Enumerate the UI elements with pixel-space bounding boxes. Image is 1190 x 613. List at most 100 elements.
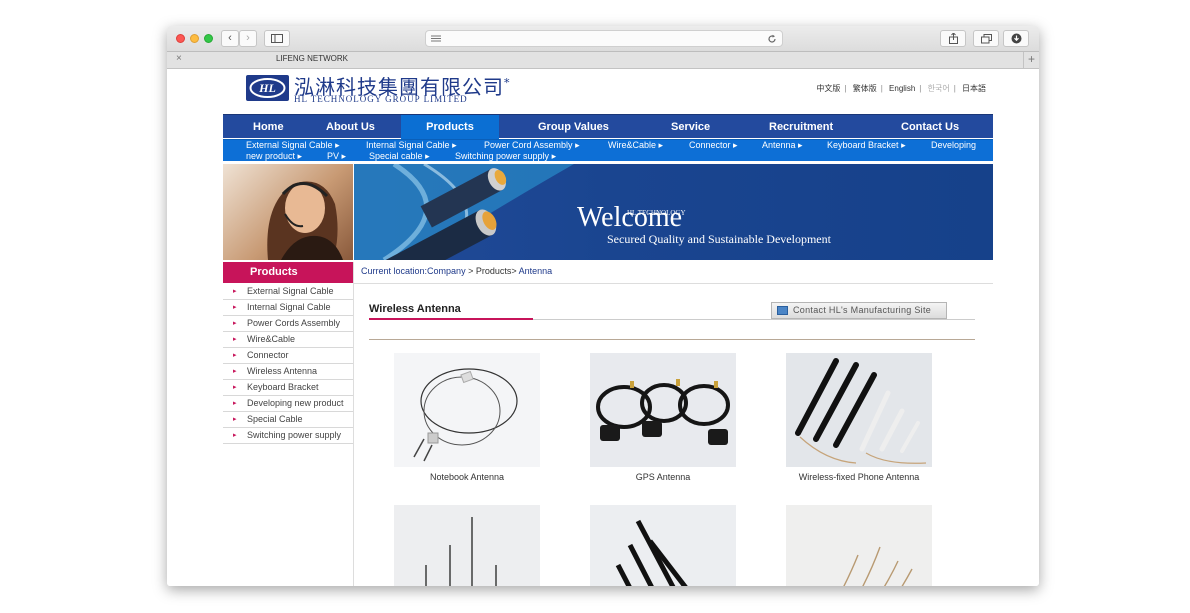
subnav-label: Special cable bbox=[369, 151, 423, 161]
sidebar-item-wire-cable[interactable]: ▸ Wire&Cable bbox=[223, 332, 353, 348]
lang-korean[interactable]: 한국어 bbox=[928, 84, 950, 93]
sidebar-item-switching-power-supply[interactable]: ▸ Switching power supply bbox=[223, 428, 353, 444]
tabs-overview-button[interactable] bbox=[973, 30, 999, 47]
sidebar-item-special-cable[interactable]: ▸ Special Cable bbox=[223, 412, 353, 428]
subnav-special-cable[interactable]: Special cable ▸ bbox=[369, 151, 430, 162]
subnav-label: PV bbox=[327, 151, 340, 161]
arrow-right-icon: ▸ bbox=[341, 151, 347, 161]
bullet-arrow-icon: ▸ bbox=[233, 432, 237, 439]
site-logo[interactable]: HL 泓淋科技集團有限公司* HL TECHNOLOGY GROUP LIMIT… bbox=[246, 74, 516, 104]
welcome-banner: Welcome HL TECHNOLOGY Secured Quality an… bbox=[354, 164, 993, 260]
arrow-right-icon: ▸ bbox=[901, 140, 906, 150]
nav-recruitment[interactable]: Recruitment bbox=[769, 115, 833, 139]
product-image-rubber-duck-antenna[interactable] bbox=[590, 505, 736, 586]
sidebar-item-connector[interactable]: ▸ Connector bbox=[223, 348, 353, 364]
downloads-button[interactable] bbox=[1003, 30, 1029, 47]
sidebar-item-wireless-antenna[interactable]: ▸ Wireless Antenna bbox=[223, 364, 353, 380]
breadcrumb-company[interactable]: Company bbox=[427, 266, 466, 276]
product-image-wireless-fixed-phone-antenna[interactable] bbox=[786, 353, 932, 467]
bullet-arrow-icon: ▸ bbox=[233, 304, 237, 311]
subnav-keyboard-bracket[interactable]: Keyboard Bracket ▸ bbox=[827, 140, 906, 151]
sidebar-toggle-button[interactable] bbox=[264, 30, 290, 47]
product-image-cable-antenna[interactable] bbox=[786, 505, 932, 586]
bullet-arrow-icon: ▸ bbox=[233, 368, 237, 375]
sidebar-item-internal-signal-cable[interactable]: ▸ Internal Signal Cable bbox=[223, 300, 353, 316]
sidebar-item-label: Wire&Cable bbox=[247, 334, 296, 344]
share-button[interactable] bbox=[940, 30, 966, 47]
desktop: ‹ › × LIFENG NETWORK + HL 泓淋科技集團有限公司* HL… bbox=[0, 0, 1190, 613]
subnav-label: Connector bbox=[689, 140, 731, 150]
product-card-gps-antenna[interactable]: GPS Antenna bbox=[590, 353, 736, 482]
contact-button-label: Contact HL's Manufacturing Site bbox=[793, 305, 932, 315]
lang-simplified-chinese[interactable]: 中文版 bbox=[816, 84, 840, 93]
share-icon bbox=[948, 32, 958, 44]
product-card-row2-2[interactable] bbox=[590, 505, 736, 586]
bullet-arrow-icon: ▸ bbox=[233, 320, 237, 327]
product-image-whip-antenna[interactable] bbox=[394, 505, 540, 586]
banner-hl-technology: HL TECHNOLOGY bbox=[627, 209, 686, 217]
arrow-right-icon: ▸ bbox=[335, 140, 340, 150]
nav-home[interactable]: Home bbox=[253, 115, 284, 139]
sidebar-item-external-signal-cable[interactable]: ▸ External Signal Cable bbox=[223, 284, 353, 300]
product-card-notebook-antenna[interactable]: Notebook Antenna bbox=[394, 353, 540, 482]
nav-contact-us[interactable]: Contact Us bbox=[901, 115, 959, 139]
lang-english[interactable]: English bbox=[889, 84, 915, 93]
product-name[interactable]: Wireless-fixed Phone Antenna bbox=[786, 472, 932, 482]
contact-manufacturing-site-button[interactable]: Contact HL's Manufacturing Site bbox=[771, 302, 947, 319]
subnav-antenna[interactable]: Antenna ▸ bbox=[762, 140, 803, 151]
product-card-row2-3[interactable] bbox=[786, 505, 932, 586]
minimize-window-button[interactable] bbox=[190, 34, 199, 43]
forward-button[interactable]: › bbox=[239, 30, 257, 47]
subnav-switching-power-supply[interactable]: Switching power supply ▸ bbox=[455, 151, 556, 162]
subnav-label: new product bbox=[246, 151, 296, 161]
arrow-right-icon: ▸ bbox=[551, 151, 557, 161]
lang-traditional-chinese[interactable]: 繁体版 bbox=[853, 84, 877, 93]
chevron-right-icon: › bbox=[246, 32, 250, 44]
new-tab-button[interactable]: + bbox=[1023, 52, 1039, 68]
zoom-window-button[interactable] bbox=[204, 34, 213, 43]
subnav-connector[interactable]: Connector ▸ bbox=[689, 140, 738, 151]
sidebar-item-label: Developing new product bbox=[247, 398, 344, 408]
sidebar-title: Products bbox=[223, 262, 353, 283]
sidebar-item-keyboard-bracket[interactable]: ▸ Keyboard Bracket bbox=[223, 380, 353, 396]
sidebar-item-developing-new-product[interactable]: ▸ Developing new product bbox=[223, 396, 353, 412]
subnav-label: Internal Signal Cable bbox=[366, 140, 450, 150]
address-bar[interactable] bbox=[425, 30, 783, 47]
sidebar-item-label: Wireless Antenna bbox=[247, 366, 318, 376]
bullet-arrow-icon: ▸ bbox=[233, 416, 237, 423]
subnav-power-cord-assembly[interactable]: Power Cord Assembly ▸ bbox=[484, 140, 580, 151]
tab-title[interactable]: LIFENG NETWORK bbox=[257, 54, 367, 63]
subnav-new-product[interactable]: new product ▸ bbox=[246, 151, 302, 162]
subnav-internal-signal-cable[interactable]: Internal Signal Cable ▸ bbox=[366, 140, 457, 151]
bullet-arrow-icon: ▸ bbox=[233, 352, 237, 359]
back-button[interactable]: ‹ bbox=[221, 30, 239, 47]
main-nav: Home About Us Products Group Values Serv… bbox=[223, 114, 993, 139]
breadcrumb: Current location:Company > Products> Ant… bbox=[361, 266, 552, 276]
subnav-wire-cable[interactable]: Wire&Cable ▸ bbox=[608, 140, 663, 151]
tab-close-icon[interactable]: × bbox=[176, 53, 182, 64]
bullet-arrow-icon: ▸ bbox=[233, 384, 237, 391]
nav-group-values[interactable]: Group Values bbox=[538, 115, 609, 139]
subnav-developing[interactable]: Developing bbox=[931, 140, 976, 150]
product-name[interactable]: Notebook Antenna bbox=[394, 472, 540, 482]
subnav-label: External Signal Cable bbox=[246, 140, 333, 150]
subnav-external-signal-cable[interactable]: External Signal Cable ▸ bbox=[246, 140, 340, 151]
sidebar-product-list: ▸ External Signal Cable ▸ Internal Signal … bbox=[223, 284, 353, 444]
reload-icon[interactable] bbox=[767, 34, 777, 44]
nav-products[interactable]: Products bbox=[401, 115, 499, 139]
nav-about-us[interactable]: About Us bbox=[326, 115, 375, 139]
subnav-label: Power Cord Assembly bbox=[484, 140, 573, 150]
breadcrumb-products[interactable]: Products bbox=[476, 266, 512, 276]
product-card-row2-1[interactable] bbox=[394, 505, 540, 586]
arrow-right-icon: ▸ bbox=[798, 140, 803, 150]
nav-service[interactable]: Service bbox=[671, 115, 710, 139]
sidebar-item-power-cords-assembly[interactable]: ▸ Power Cords Assembly bbox=[223, 316, 353, 332]
product-name[interactable]: GPS Antenna bbox=[590, 472, 736, 482]
product-card-wireless-fixed-phone-antenna[interactable]: Wireless-fixed Phone Antenna bbox=[786, 353, 932, 482]
lang-japanese[interactable]: 日本語 bbox=[962, 84, 986, 93]
product-image-notebook-antenna[interactable] bbox=[394, 353, 540, 467]
svg-text:HL: HL bbox=[258, 81, 276, 95]
subnav-pv[interactable]: PV ▸ bbox=[327, 151, 346, 162]
product-image-gps-antenna[interactable] bbox=[590, 353, 736, 467]
close-window-button[interactable] bbox=[176, 34, 185, 43]
